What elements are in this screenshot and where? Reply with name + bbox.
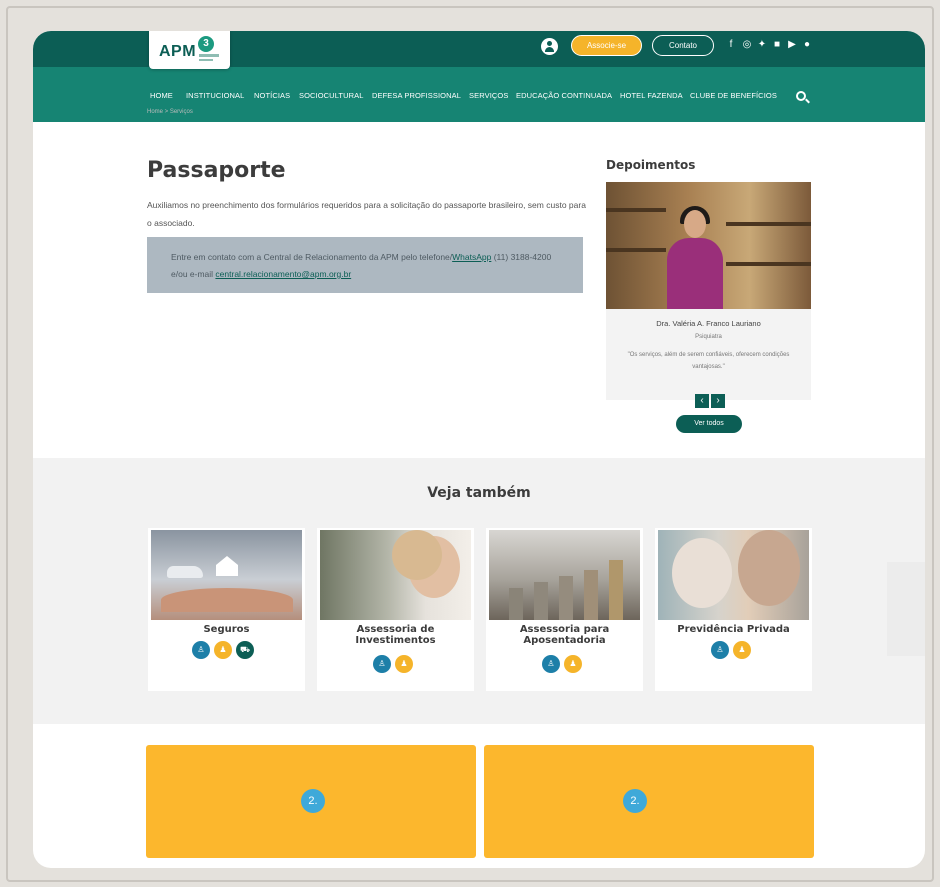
testimonials-title: Depoimentos [606,158,696,172]
promo-badge: 2. [623,789,647,813]
person-tag-icon: ♙ [542,655,560,673]
house-icon [216,556,238,576]
elderly-woman-shape [672,538,732,608]
coin-stack [584,570,598,620]
youtube-icon[interactable]: ▶ [786,39,798,51]
shelf [606,208,666,212]
card-previdencia-privada[interactable]: Previdência Privada ♙ ♟ [655,528,812,691]
card-title: Assessoria de Investimentos [355,624,436,646]
ver-todos-button[interactable]: Ver todos [676,415,742,433]
testimonial-name: Dra. Valéria A. Franco Lauriano [656,319,761,328]
spotify-icon[interactable]: ● [801,39,813,51]
promo-badge: 2. [301,789,325,813]
page: APM 3 Associe-se Contato f ◎ ✦ ■ ▶ ● HOM… [33,31,925,868]
woman-hair-shape [392,530,442,580]
facebook-icon[interactable]: f [725,39,737,51]
intro-text: Auxiliamos no preenchimento dos formulár… [147,200,586,228]
nav-item-hotel-fazenda[interactable]: HOTEL FAZENDA [620,91,683,100]
hands-shape [161,588,293,612]
page-title: Passaporte [147,158,286,183]
shelf [606,248,666,252]
car-tag-icon: ⛟ [236,641,254,659]
search-icon[interactable] [796,91,806,101]
whatsapp-link[interactable]: WhatsApp [452,252,491,262]
linkedin-icon[interactable]: ■ [771,39,783,51]
coin-stack [509,588,523,620]
card-assessoria-investimentos[interactable]: Assessoria de Investimentos ♙ ♟ [317,528,474,691]
person-tag-icon: ♙ [192,641,210,659]
nav-item-noticias[interactable]: NOTÍCIAS [254,91,290,100]
person-tag-icon: ♙ [711,641,729,659]
contact-text: Entre em contato com a Central de Relaci… [171,249,569,283]
user-icon[interactable] [541,38,558,55]
card-image [320,530,471,620]
testimonial-next-button[interactable]: › [711,394,725,408]
family-tag-icon: ♟ [733,641,751,659]
card-seguros[interactable]: Seguros ♙ ♟ ⛟ [148,528,305,691]
breadcrumb[interactable]: Home > Serviços [147,109,193,115]
family-tag-icon: ♟ [564,655,582,673]
apm-logo[interactable]: APM 3 [149,31,230,69]
shelf [726,262,811,266]
logo-subtitle [199,54,219,57]
twitter-icon[interactable]: ✦ [756,39,768,51]
card-image [658,530,809,620]
associe-se-button[interactable]: Associe-se [571,35,642,56]
nav-item-defesa-profissional[interactable]: DEFESA PROFISSIONAL [372,91,461,100]
shelf [726,222,811,226]
card-image [151,530,302,620]
coin-stack [609,560,623,620]
nav-item-sociocultural[interactable]: SOCIOCULTURAL [299,91,364,100]
testimonial-role: Psiquiatra [695,334,722,340]
nav-item-servicos[interactable]: SERVIÇOS [469,91,508,100]
family-tag-icon: ♟ [395,655,413,673]
card-assessoria-aposentadoria[interactable]: Assessoria para Aposentadoria ♙ ♟ [486,528,643,691]
testimonial-photo [606,182,811,309]
email-link[interactable]: central.relacionamento@apm.org.br [215,269,351,279]
testimonial-quote: "Os serviços, além de serem confiáveis, … [627,352,790,370]
logo-subtitle-line [199,59,213,61]
see-also-title: Veja também [427,485,531,501]
testimonial-card: Dra. Valéria A. Franco Lauriano Psiquiat… [606,182,811,400]
coin-stack [559,576,573,620]
car-icon [167,566,203,578]
elderly-man-shape [738,530,800,606]
nav-item-educacao-continuada[interactable]: EDUCAÇÃO CONTINUADA [516,91,612,100]
nav-item-clube-de-beneficios[interactable]: CLUBE DE BENEFÍCIOS [690,91,777,100]
coin-stack [534,582,548,620]
promo-banner-1[interactable]: 2. [146,745,476,858]
person-figure [667,238,723,309]
card-title: Previdência Privada [677,624,790,635]
person-tag-icon: ♙ [373,655,391,673]
logo-text: APM [159,43,197,60]
card-image [489,530,640,620]
person-head [684,210,706,238]
card-title: Assessoria para Aposentadoria [519,624,610,646]
contact-box: Entre em contato com a Central de Relaci… [147,237,583,293]
contact-text-prefix: Entre em contato com a Central de Relaci… [171,252,453,262]
instagram-icon[interactable]: ◎ [741,39,753,51]
testimonial-prev-button[interactable]: ‹ [695,394,709,408]
promo-banner-2[interactable]: 2. [484,745,814,858]
card-title: Seguros [203,624,250,635]
contato-button[interactable]: Contato [652,35,714,56]
nav-item-home[interactable]: HOME [150,91,173,100]
family-tag-icon: ♟ [214,641,232,659]
nav-item-institucional[interactable]: INSTITUCIONAL [186,91,244,100]
side-tab[interactable] [887,562,925,656]
logo-mark-icon: 3 [198,36,214,52]
